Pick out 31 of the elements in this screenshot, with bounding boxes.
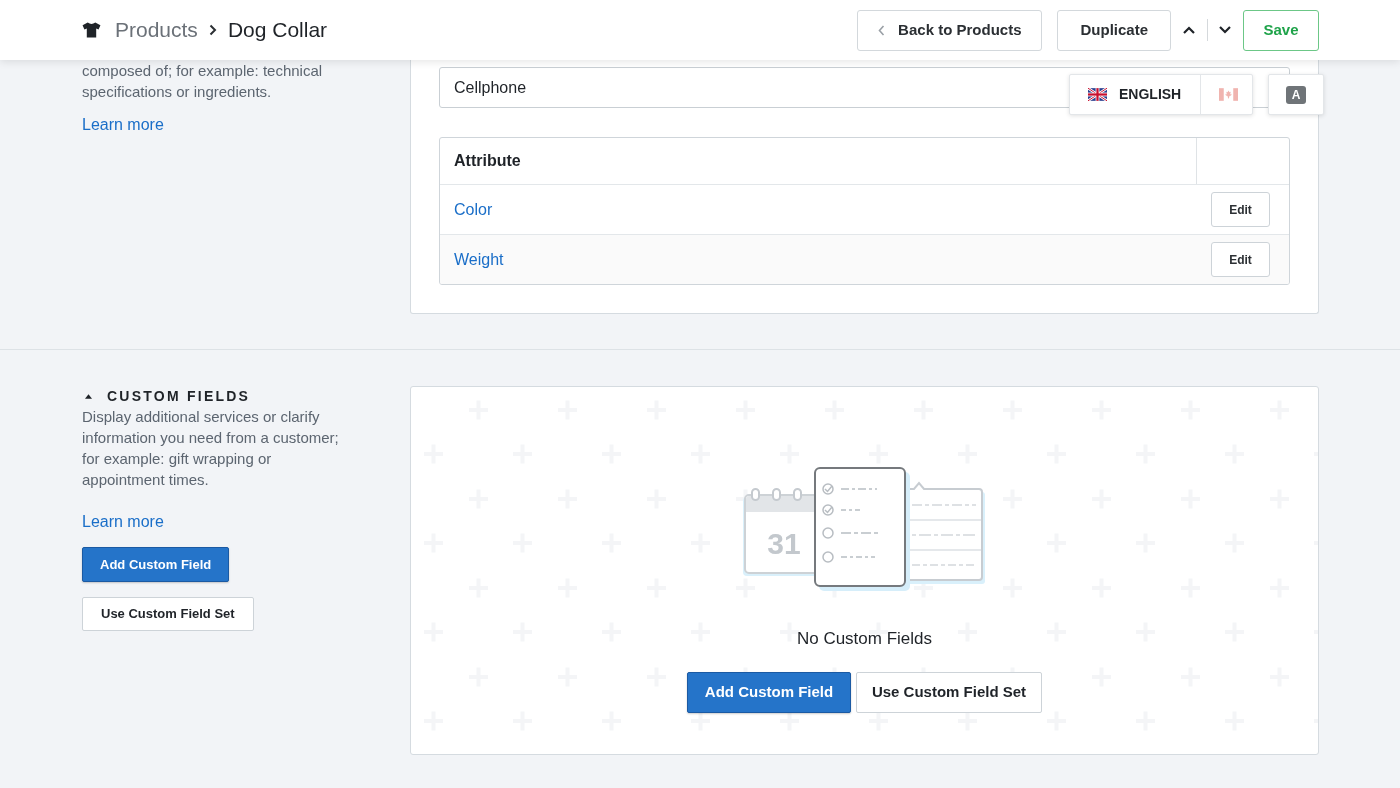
add-custom-field-button[interactable]: Add Custom Field <box>82 547 230 582</box>
chevron-up-icon <box>1183 26 1195 34</box>
use-field-set-button[interactable]: Use Custom Field Set <box>856 672 1042 713</box>
duplicate-button[interactable]: Duplicate <box>1057 9 1171 51</box>
edit-button[interactable]: Edit <box>1211 242 1270 277</box>
section-title: CUSTOM FIELDS <box>107 386 251 406</box>
chevron-left-icon <box>878 24 886 36</box>
chevron-right-icon <box>208 24 217 36</box>
column-header: Attribute <box>453 151 522 171</box>
shirt-icon <box>82 22 101 38</box>
back-button[interactable]: Back to Products <box>857 9 1043 51</box>
attribute-link[interactable]: Color <box>454 200 493 218</box>
breadcrumb-link[interactable]: Products <box>115 16 198 44</box>
section-description: Display additional services or clarify information you need from a customer; for example: gift wrapping or appointment times. <box>82 407 340 490</box>
page-title: Dog Collar <box>227 17 328 43</box>
uk-flag-icon <box>1088 88 1107 101</box>
use-field-set-button[interactable]: Use Custom Field Set <box>82 597 254 631</box>
learn-more-link[interactable]: Learn more <box>82 114 164 135</box>
attribute-link[interactable]: Weight <box>454 250 504 268</box>
translate-button[interactable]: A <box>1268 74 1324 115</box>
add-custom-field-button[interactable]: Add Custom Field <box>687 672 851 713</box>
edit-button[interactable]: Edit <box>1211 192 1270 227</box>
collapse-caret-icon[interactable] <box>85 393 92 399</box>
section-description: composed of; for example: technical specifications or ingredients. <box>82 61 324 102</box>
language-option[interactable]: ENGLISH <box>1070 75 1202 114</box>
chevron-down-icon <box>1219 26 1231 34</box>
save-button[interactable]: Save <box>1243 9 1319 51</box>
calendar-date: 31 <box>767 527 801 560</box>
empty-state-message: No Custom Fields <box>796 628 933 650</box>
canada-flag-icon <box>1219 88 1239 101</box>
learn-more-link[interactable]: Learn more <box>82 511 164 532</box>
